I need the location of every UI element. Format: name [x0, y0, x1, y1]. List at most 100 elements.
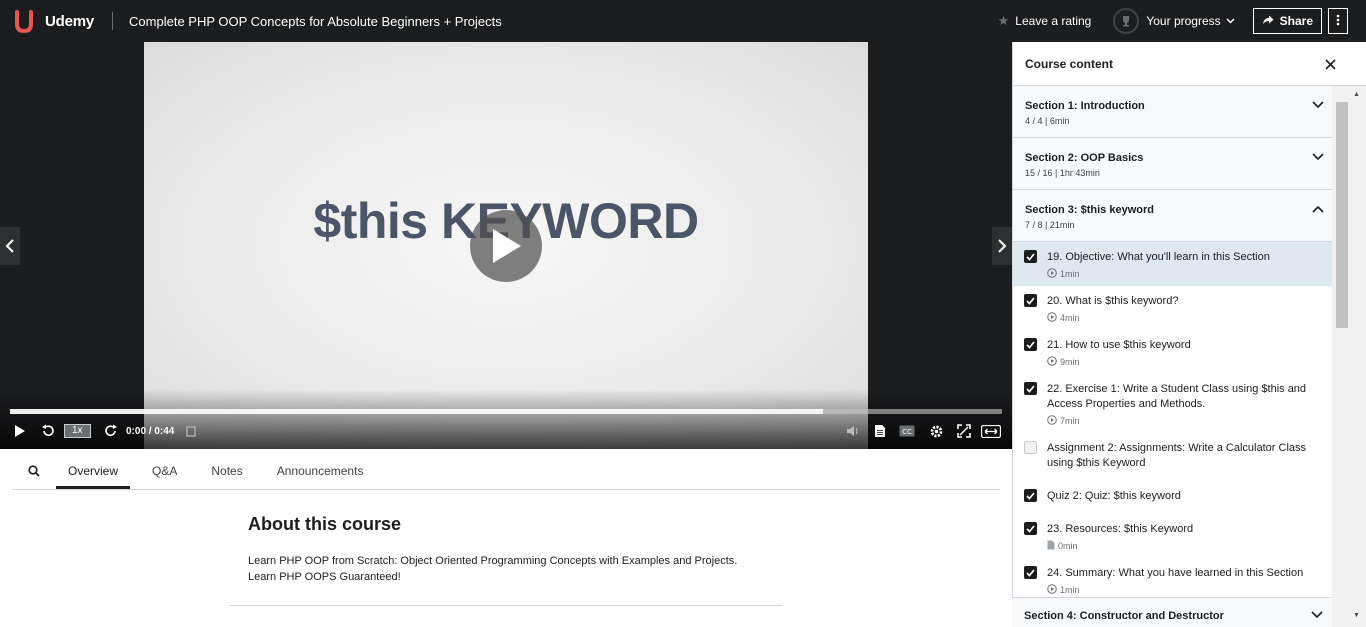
sidebar-header: Course content — [1013, 42, 1366, 86]
section-2[interactable]: Section 2: OOP Basics 15 / 16 | 1hr 43mi… — [1013, 138, 1333, 190]
lecture-checkbox[interactable] — [1024, 522, 1037, 535]
lecture-item[interactable]: 21. How to use $this keyword 9min — [1013, 330, 1333, 374]
leave-rating-button[interactable]: ★ Leave a rating — [998, 13, 1092, 29]
lecture-item[interactable]: 23. Resources: $this Keyword 0min — [1013, 514, 1333, 558]
check-icon — [1026, 340, 1035, 349]
about-section: About this course Learn PHP OOP from Scr… — [248, 514, 808, 585]
rewind-button[interactable] — [38, 420, 58, 442]
transcript-button[interactable] — [871, 420, 889, 442]
section-title: Section 4: Constructor and Destructor — [1024, 610, 1224, 622]
tab-notes[interactable]: Notes — [199, 452, 254, 489]
star-icon: ★ — [997, 13, 1010, 28]
chevron-down-icon — [1312, 101, 1324, 109]
share-button[interactable]: Share — [1252, 8, 1322, 34]
svg-text:CC: CC — [902, 428, 912, 436]
your-progress-button[interactable]: Your progress — [1113, 8, 1235, 34]
add-note-button[interactable] — [184, 420, 198, 442]
video-play-icon — [1047, 268, 1057, 280]
chevron-down-icon — [1226, 16, 1235, 27]
fullscreen-button[interactable] — [954, 420, 974, 442]
section-3[interactable]: Section 3: $this keyword 7 / 8 | 21min — [1013, 190, 1333, 242]
check-icon — [1026, 568, 1035, 577]
header-divider — [112, 12, 114, 30]
close-sidebar-button[interactable] — [1322, 56, 1338, 72]
lecture-title: 20. What is $this keyword? — [1047, 295, 1179, 307]
section-meta: 15 / 16 | 1hr 43min — [1025, 168, 1100, 178]
gear-icon — [930, 425, 942, 437]
tab-announcements[interactable]: Announcements — [265, 452, 376, 489]
forward-button[interactable] — [101, 420, 121, 442]
section-title: Section 3: $this keyword — [1025, 204, 1154, 216]
section-4[interactable]: Section 4: Constructor and Destructor — [1012, 597, 1332, 627]
next-lecture-button[interactable] — [992, 227, 1012, 265]
about-line-1: Learn PHP OOP from Scratch: Object Orien… — [248, 555, 738, 567]
file-icon — [1047, 540, 1055, 552]
time-display: 0:00 / 0:44 — [126, 425, 175, 437]
expand-view-button[interactable] — [980, 420, 1002, 442]
lecture-title: 21. How to use $this keyword — [1047, 339, 1191, 351]
note-icon — [185, 425, 196, 437]
close-icon — [1324, 58, 1336, 70]
udemy-logo[interactable]: Udemy — [12, 0, 94, 42]
settings-button[interactable] — [926, 420, 946, 442]
lecture-checkbox[interactable] — [1024, 382, 1037, 395]
search-tab[interactable] — [12, 452, 56, 489]
fullscreen-icon — [957, 424, 971, 438]
play-icon — [493, 229, 521, 263]
trophy-icon — [1113, 8, 1140, 34]
tab-overview[interactable]: Overview — [56, 452, 131, 489]
more-options-button[interactable] — [1328, 8, 1348, 34]
play-button[interactable] — [10, 420, 30, 442]
lecture-checkbox[interactable] — [1024, 441, 1037, 454]
sidebar-title: Course content — [1025, 56, 1114, 71]
video-play-icon — [1047, 356, 1057, 368]
lecture-list: 19. Objective: What you'll learn in this… — [1013, 242, 1366, 602]
volume-icon — [847, 426, 858, 436]
check-icon — [1026, 524, 1035, 533]
video-play-icon — [1047, 584, 1057, 596]
scroll-up-icon[interactable]: ▲ — [1353, 91, 1360, 98]
course-content-sidebar: Course content Section 1: Introduction 4… — [1012, 42, 1366, 627]
course-tabs: Overview Q&A Notes Announcements — [12, 452, 1000, 490]
lecture-duration: 9min — [1047, 356, 1325, 368]
duration-text: 7min — [1060, 416, 1080, 426]
lecture-title: 22. Exercise 1: Write a Student Class us… — [1047, 383, 1307, 410]
previous-lecture-button[interactable] — [0, 227, 20, 265]
section-1[interactable]: Section 1: Introduction 4 / 4 | 6min — [1013, 86, 1333, 138]
lecture-checkbox[interactable] — [1024, 294, 1037, 307]
duration-text: 1min — [1060, 585, 1080, 595]
lecture-item[interactable]: 22. Exercise 1: Write a Student Class us… — [1013, 374, 1333, 433]
video-player[interactable]: $this KEYWORD 1x 0:00 / 0:44 CC — [0, 42, 1012, 449]
volume-button[interactable] — [844, 420, 862, 442]
check-icon — [1026, 491, 1035, 500]
lecture-checkbox[interactable] — [1024, 338, 1037, 351]
scrollbar-thumb[interactable] — [1336, 102, 1348, 328]
lecture-item[interactable]: Quiz 2: Quiz: $this keyword — [1013, 481, 1333, 514]
big-play-button[interactable] — [470, 210, 542, 282]
lecture-checkbox[interactable] — [1024, 566, 1037, 579]
top-bar: Udemy Complete PHP OOP Concepts for Abso… — [0, 0, 1366, 42]
captions-button[interactable]: CC — [897, 420, 917, 442]
forward-icon — [105, 424, 117, 437]
lecture-item[interactable]: Assignment 2: Assignments: Write a Calcu… — [1013, 433, 1333, 481]
lecture-checkbox[interactable] — [1024, 489, 1037, 502]
more-vertical-icon — [1336, 14, 1340, 29]
playback-speed-button[interactable]: 1x — [64, 424, 91, 438]
scroll-down-icon[interactable]: ▼ — [1353, 612, 1360, 619]
seek-bar[interactable] — [10, 409, 1002, 414]
tab-qa[interactable]: Q&A — [140, 452, 189, 489]
expand-icon — [981, 424, 1001, 438]
course-title[interactable]: Complete PHP OOP Concepts for Absolute B… — [129, 14, 502, 29]
chevron-left-icon — [5, 239, 14, 253]
section-title: Section 2: OOP Basics — [1025, 152, 1144, 164]
lecture-title: 19. Objective: What you'll learn in this… — [1047, 251, 1270, 263]
rewind-icon — [42, 424, 54, 437]
about-heading: About this course — [248, 514, 402, 534]
lecture-checkbox[interactable] — [1024, 250, 1037, 263]
lecture-title: Quiz 2: Quiz: $this keyword — [1047, 490, 1181, 502]
lecture-item[interactable]: 19. Objective: What you'll learn in this… — [1013, 242, 1333, 286]
search-icon — [28, 464, 40, 477]
lecture-item[interactable]: 20. What is $this keyword? 4min — [1013, 286, 1333, 330]
duration-text: 4min — [1060, 313, 1080, 323]
lecture-item[interactable]: 24. Summary: What you have learned in th… — [1013, 558, 1333, 602]
